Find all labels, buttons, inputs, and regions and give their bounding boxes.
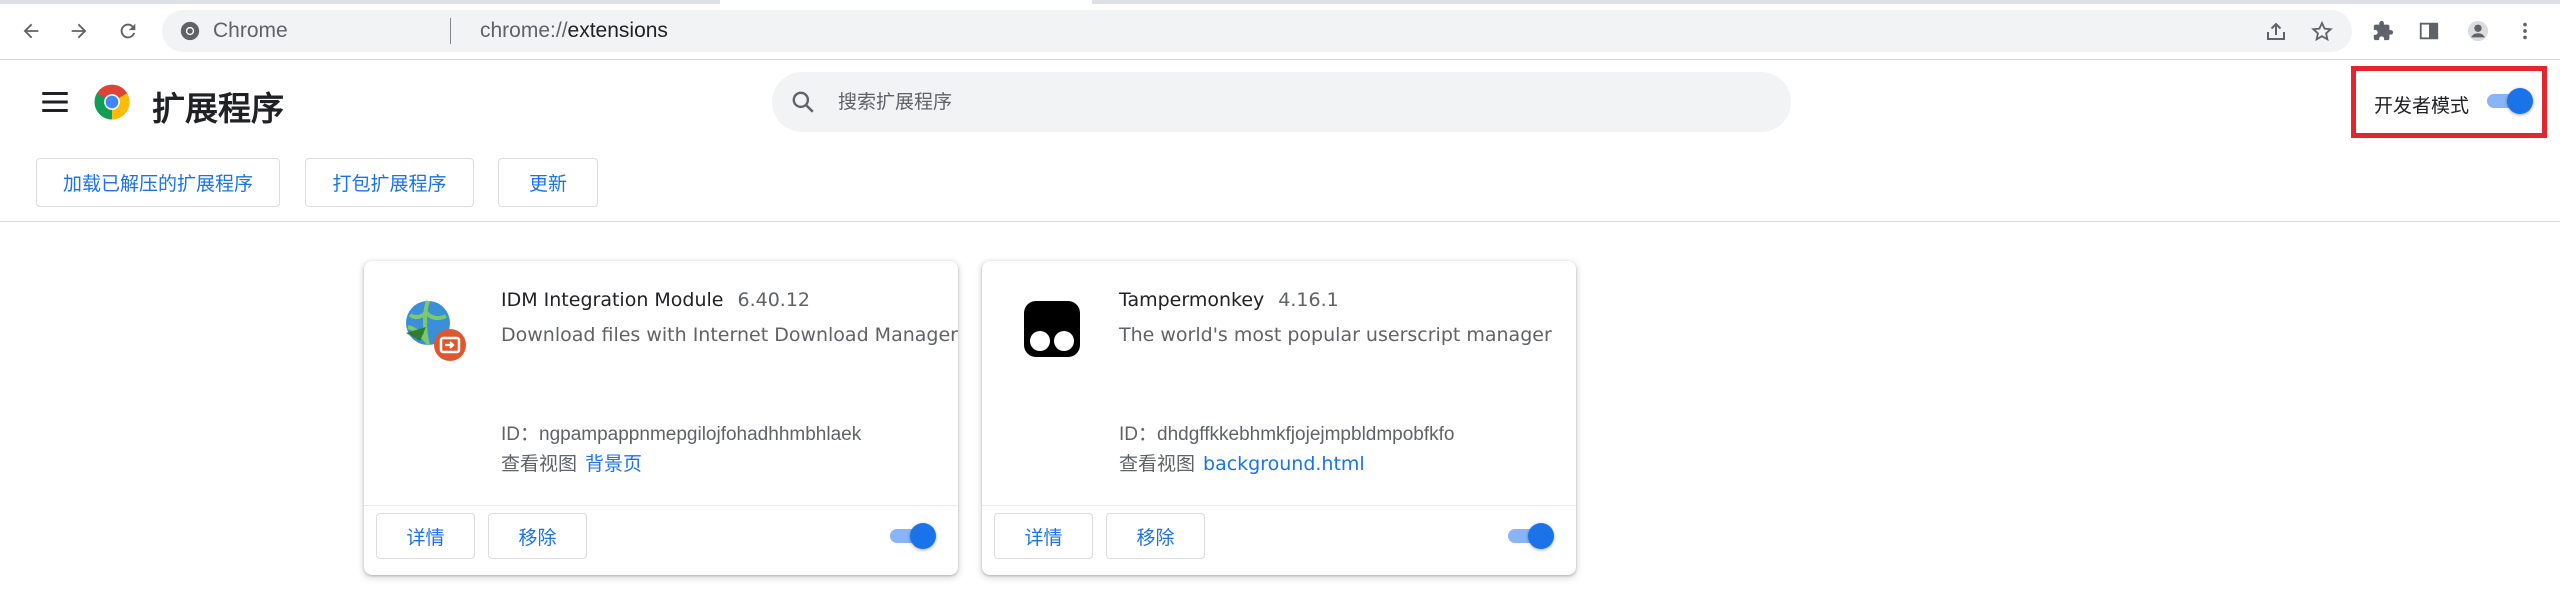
url-path: extensions (567, 19, 668, 42)
extensions-button[interactable] (2366, 14, 2400, 48)
back-button[interactable] (14, 14, 48, 48)
extension-id-row: ID：dhdgffkkebhmkfjojejmpbldmpobfkfo (1119, 419, 1455, 446)
load-unpacked-button[interactable]: 加载已解压的扩展程序 (36, 158, 280, 207)
chrome-logo-icon (94, 84, 130, 120)
developer-mode-toggle[interactable] (2485, 88, 2533, 114)
chrome-site-icon (180, 21, 200, 41)
browser-toolbar: Chrome chrome://extensions (0, 0, 2560, 60)
remove-button[interactable]: 移除 (1106, 513, 1205, 559)
extension-card-tampermonkey: Tampermonkey 4.16.1 The world's most popu… (982, 261, 1576, 575)
inspect-views-label: 查看视图 (501, 453, 578, 475)
inspect-views-label: 查看视图 (1119, 453, 1196, 475)
arrow-right-icon (71, 23, 87, 39)
tabstrip-edge (0, 0, 720, 4)
extension-description: The world's most popular userscript mana… (1119, 324, 1552, 346)
omnibox-divider (450, 18, 451, 44)
profile-button[interactable] (2461, 14, 2495, 48)
toggle-knob (910, 523, 936, 549)
update-button[interactable]: 更新 (498, 158, 598, 207)
side-panel-button[interactable] (2412, 14, 2446, 48)
extension-name-row: Tampermonkey 4.16.1 (1119, 289, 1339, 311)
extension-id-label: ID： (1119, 424, 1158, 445)
idm-globe-icon (406, 300, 466, 361)
bookmark-star-icon[interactable] (2310, 20, 2334, 44)
developer-mode-label: 开发者模式 (2374, 95, 2470, 117)
remove-button[interactable]: 移除 (488, 513, 587, 559)
address-bar[interactable]: Chrome chrome://extensions (162, 10, 2352, 52)
share-icon[interactable] (2264, 20, 2288, 44)
extension-name-row: IDM Integration Module 6.40.12 (501, 289, 810, 311)
reload-button[interactable] (111, 14, 145, 48)
url-scheme: chrome:// (480, 19, 568, 42)
extension-id: dhdgffkkebhmkfjojejmpbldmpobfkfo (1157, 424, 1455, 445)
developer-mode-highlight: 开发者模式 (2351, 66, 2547, 138)
search-extensions-box[interactable] (772, 72, 1791, 132)
extension-views-row: 查看视图 background.html (1119, 449, 1365, 476)
extension-enable-toggle[interactable] (1506, 523, 1554, 549)
url-text: chrome://extensions (480, 19, 668, 43)
extension-card-idm: IDM Integration Module 6.40.12 Download f… (364, 261, 958, 575)
extension-enable-toggle[interactable] (888, 523, 936, 549)
browser-menu-button[interactable] (2508, 14, 2542, 48)
extension-id-label: ID： (501, 424, 540, 445)
pack-extension-button[interactable]: 打包扩展程序 (305, 158, 474, 207)
extension-version: 6.40.12 (737, 289, 811, 311)
extension-id-row: ID：ngpampappnmepgilojfohadhhmbhlaek (501, 419, 861, 446)
card-divider (364, 505, 958, 506)
forward-button[interactable] (62, 14, 96, 48)
puzzle-icon (2373, 20, 2394, 41)
tabstrip-edge (1092, 0, 2560, 4)
arrow-left-icon (23, 23, 39, 39)
extension-id: ngpampappnmepgilojfohadhhmbhlaek (539, 424, 862, 445)
page-title: 扩展程序 (152, 89, 284, 128)
extension-name: IDM Integration Module (501, 289, 724, 311)
reload-icon (120, 23, 136, 39)
hamburger-menu-icon[interactable] (38, 85, 72, 119)
background-html-link[interactable]: background.html (1203, 453, 1365, 475)
background-page-link[interactable]: 背景页 (585, 453, 642, 475)
tampermonkey-icon (1024, 301, 1080, 357)
site-label: Chrome (213, 19, 288, 42)
toggle-knob (2507, 88, 2533, 114)
extension-name: Tampermonkey (1119, 289, 1265, 311)
extension-description: Download files with Internet Download Ma… (501, 324, 958, 346)
extension-views-row: 查看视图 背景页 (501, 449, 642, 476)
search-input[interactable] (838, 80, 1738, 124)
avatar-icon (2467, 20, 2489, 42)
toggle-knob (1528, 523, 1554, 549)
card-divider (982, 505, 1576, 506)
details-button[interactable]: 详情 (376, 513, 475, 559)
extension-version: 4.16.1 (1278, 289, 1339, 311)
kebab-menu-icon (2523, 22, 2527, 40)
side-panel-icon (2419, 22, 2439, 40)
search-icon (792, 91, 814, 113)
details-button[interactable]: 详情 (994, 513, 1093, 559)
extensions-header: 扩展程序 开发者模式 加载已解压的扩展程序 打包扩展程序 更新 (0, 60, 2560, 222)
